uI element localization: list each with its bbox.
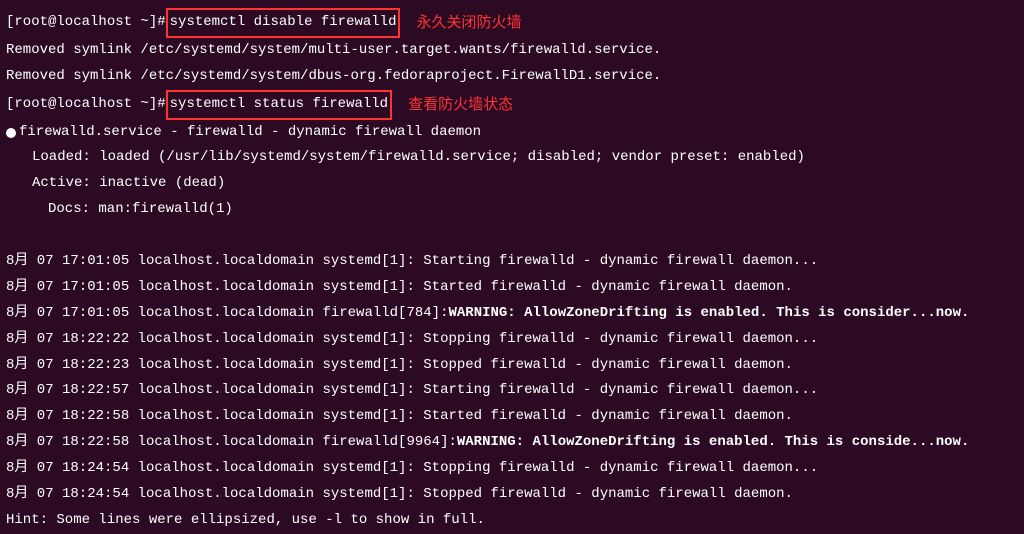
active-text: Active: inactive (dead)	[32, 171, 225, 197]
log-text: 8月 07 18:24:54 localhost.localdomain sys…	[6, 482, 793, 508]
log-line-warning: 8月 07 18:22:58 localhost.localdomain fir…	[6, 430, 1018, 456]
loaded-text: Loaded: loaded (/usr/lib/systemd/system/…	[32, 145, 805, 171]
shell-prompt: [root@localhost ~]#	[6, 92, 166, 118]
log-prefix: 8月 07 18:22:58 localhost.localdomain fir…	[6, 430, 457, 456]
log-line: 8月 07 18:22:58 localhost.localdomain sys…	[6, 404, 1018, 430]
log-line: 8月 07 17:01:05 localhost.localdomain sys…	[6, 275, 1018, 301]
log-line: 8月 07 18:24:54 localhost.localdomain sys…	[6, 456, 1018, 482]
command-text: systemctl status firewalld	[170, 96, 388, 112]
log-text: 8月 07 17:01:05 localhost.localdomain sys…	[6, 249, 818, 275]
terminal-line-command-1[interactable]: [root@localhost ~]# systemctl disable fi…	[6, 8, 1018, 38]
status-loaded-line: Loaded: loaded (/usr/lib/systemd/system/…	[6, 145, 1018, 171]
log-text: 8月 07 17:01:05 localhost.localdomain sys…	[6, 275, 793, 301]
annotation-2: 查看防火墙状态	[408, 91, 513, 119]
log-line: 8月 07 18:22:22 localhost.localdomain sys…	[6, 327, 1018, 353]
warning-text: WARNING: AllowZoneDrifting is enabled. T…	[448, 301, 969, 327]
log-line: 8月 07 17:01:05 localhost.localdomain sys…	[6, 249, 1018, 275]
status-docs-line: Docs: man:firewalld(1)	[6, 197, 1018, 223]
status-active-line: Active: inactive (dead)	[6, 171, 1018, 197]
log-line: 8月 07 18:22:57 localhost.localdomain sys…	[6, 378, 1018, 404]
terminal-line-command-2[interactable]: [root@localhost ~]# systemctl status fir…	[6, 90, 1018, 120]
blank-line	[6, 223, 1018, 249]
hint-text: Hint: Some lines were ellipsized, use -l…	[6, 508, 485, 534]
shell-prompt: [root@localhost ~]#	[6, 10, 166, 36]
warning-text: WARNING: AllowZoneDrifting is enabled. T…	[457, 430, 969, 456]
output-text: Removed symlink /etc/systemd/system/mult…	[6, 38, 661, 64]
log-text: 8月 07 18:22:22 localhost.localdomain sys…	[6, 327, 818, 353]
highlight-box-cmd1: systemctl disable firewalld	[166, 8, 401, 38]
status-header-text: firewalld.service - firewalld - dynamic …	[19, 120, 481, 146]
log-prefix: 8月 07 17:01:05 localhost.localdomain fir…	[6, 301, 448, 327]
output-text: Removed symlink /etc/systemd/system/dbus…	[6, 64, 661, 90]
command-text: systemctl disable firewalld	[170, 14, 397, 30]
highlight-box-cmd2: systemctl status firewalld	[166, 90, 392, 120]
log-text: 8月 07 18:22:57 localhost.localdomain sys…	[6, 378, 818, 404]
log-text: 8月 07 18:24:54 localhost.localdomain sys…	[6, 456, 818, 482]
terminal-output-line: Removed symlink /etc/systemd/system/dbus…	[6, 64, 1018, 90]
log-text: 8月 07 18:22:58 localhost.localdomain sys…	[6, 404, 793, 430]
status-bullet-icon	[6, 128, 16, 138]
terminal-output-line: Removed symlink /etc/systemd/system/mult…	[6, 38, 1018, 64]
log-line: 8月 07 18:24:54 localhost.localdomain sys…	[6, 482, 1018, 508]
status-header-line: firewalld.service - firewalld - dynamic …	[6, 120, 1018, 146]
docs-text: Docs: man:firewalld(1)	[48, 197, 233, 223]
log-line-warning: 8月 07 17:01:05 localhost.localdomain fir…	[6, 301, 1018, 327]
log-text: 8月 07 18:22:23 localhost.localdomain sys…	[6, 353, 793, 379]
hint-line: Hint: Some lines were ellipsized, use -l…	[6, 508, 1018, 534]
annotation-1: 永久关闭防火墙	[416, 9, 521, 37]
log-line: 8月 07 18:22:23 localhost.localdomain sys…	[6, 353, 1018, 379]
